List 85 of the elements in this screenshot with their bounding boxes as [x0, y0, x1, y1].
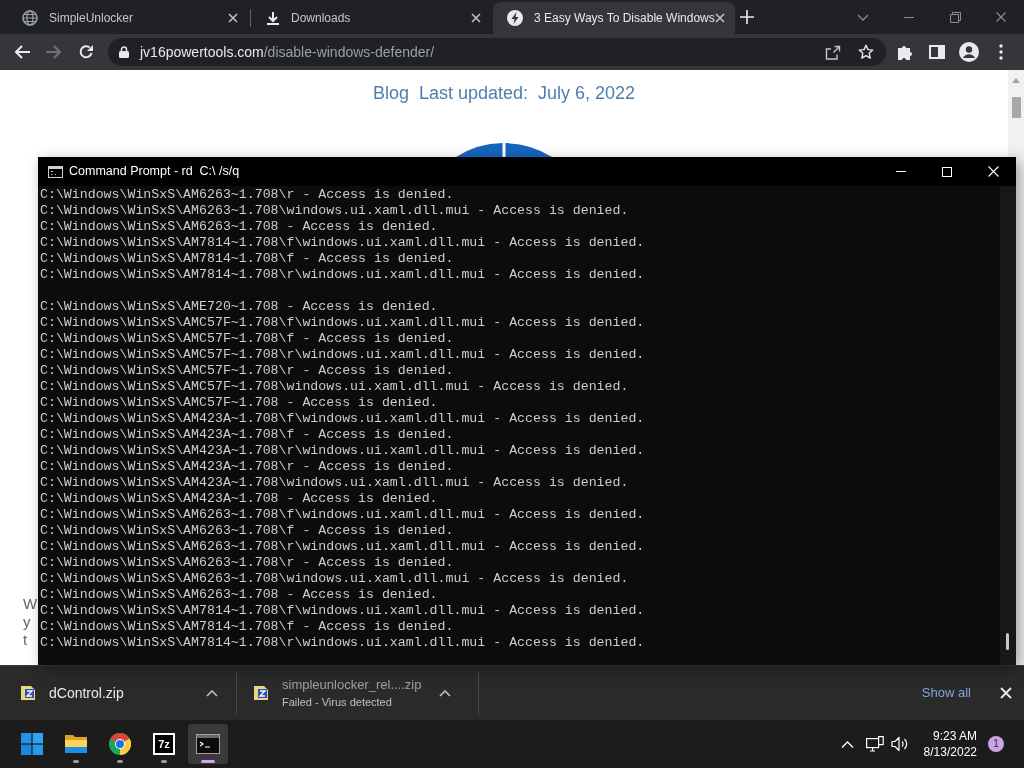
console-line: C:\Windows\WinSxS\AM7814~1.708\f - Access is denied. — [40, 251, 454, 267]
profile-avatar-icon[interactable] — [959, 42, 979, 62]
speaker-icon[interactable] — [891, 736, 909, 752]
console-line: C:\Windows\WinSxS\AMC57F~1.708\windows.ui.xaml.dll.mui - Access is denied. — [40, 379, 629, 395]
terminal-icon — [48, 165, 63, 178]
round-logo-icon — [456, 143, 552, 157]
console-line: C:\Windows\WinSxS\AM6263~1.708\windows.ui.xaml.dll.mui - Access is denied. — [40, 571, 629, 587]
lock-icon[interactable] — [119, 46, 129, 58]
browser-tab[interactable]: Downloads — [251, 2, 493, 34]
download-status: Failed - Virus detected — [282, 696, 392, 709]
new-tab-plus-icon[interactable] — [740, 10, 754, 24]
window-title: Command Prompt - rd C:\ /s/q — [69, 163, 240, 181]
console-line: C:\Windows\WinSxS\AMC57F~1.708\r - Access is denied. — [40, 363, 454, 379]
folder-icon[interactable] — [64, 734, 88, 754]
side-panel-icon[interactable] — [929, 45, 945, 59]
menu-icon[interactable] — [999, 44, 1003, 60]
scrollbar-thumb[interactable] — [1006, 633, 1009, 650]
body-text: y — [23, 613, 31, 631]
taskbar-button[interactable] — [188, 724, 228, 764]
puzzle-piece-icon[interactable] — [897, 44, 913, 60]
console-line: C:\Windows\WinSxS\AM423A~1.708\windows.ui.xaml.dll.mui - Access is denied. — [40, 475, 629, 491]
console-line: C:\Windows\WinSxS\AM7814~1.708\f\windows.ui.xaml.dll.mui - Access is denied. — [40, 235, 645, 251]
console-line: C:\Windows\WinSxS\AM6263~1.708\f - Access is denied. — [40, 523, 454, 539]
caret-up-icon[interactable] — [439, 689, 451, 697]
console-line: C:\Windows\WinSxS\AM423A~1.708 - Access is denied. — [40, 491, 438, 507]
file-name[interactable]: simpleunlocker_rel....zip — [282, 677, 422, 693]
category-link[interactable]: Blog — [372, 79, 409, 107]
reload-icon[interactable] — [78, 44, 94, 60]
lightning-bolt-icon — [507, 10, 523, 26]
star-icon[interactable] — [858, 44, 874, 60]
maximize-icon[interactable] — [942, 166, 952, 177]
console-line: C:\Windows\WinSxS\AM7814~1.708\r\windows.ui.xaml.dll.mui - Access is denied. — [40, 267, 645, 283]
file-name[interactable]: dControl.zip — [49, 685, 124, 701]
console-line: C:\Windows\WinSxS\AMC57F~1.708 - Access is denied. — [40, 395, 438, 411]
chrome-logo-icon[interactable] — [109, 733, 131, 755]
console-line: C:\Windows\WinSxS\AM423A~1.708\f\windows.ui.xaml.dll.mui - Access is denied. — [40, 411, 645, 427]
console-line: C:\Windows\WinSxS\AM423A~1.708\r\windows.ui.xaml.dll.mui - Access is denied. — [40, 443, 645, 459]
console-line: C:\Windows\WinSxS\AMC57F~1.708\f\windows.ui.xaml.dll.mui - Access is denied. — [40, 315, 645, 331]
back-arrow-icon[interactable] — [14, 45, 30, 59]
restore-icon[interactable] — [949, 11, 961, 23]
chevron-down-icon[interactable] — [857, 13, 869, 21]
browser-tab[interactable]: SimpleUnlocker — [8, 2, 250, 34]
body-text: t — [23, 631, 28, 649]
download-icon — [266, 11, 280, 25]
globe-icon — [22, 10, 38, 26]
console-line: C:\Windows\WinSxS\AM6263~1.708\f\windows.ui.xaml.dll.mui - Access is denied. — [40, 507, 645, 523]
browser-tab[interactable]: 3 Easy Ways To Disable Windows — [493, 2, 735, 34]
console-line: C:\Windows\WinSxS\AM423A~1.708\f - Access is denied. — [40, 427, 454, 443]
console-line: C:\Windows\WinSxS\AME720~1.708 - Access is denied. — [40, 299, 438, 315]
show-all-button[interactable]: Show all — [913, 679, 979, 707]
address-bar[interactable]: jv16powertools.com/disable-windows-defender/ — [108, 38, 886, 66]
console-line: C:\Windows\WinSxS\AM6263~1.708\r - Access is denied. — [40, 187, 454, 203]
clock-time: 9:23 AM — [932, 728, 977, 744]
close-icon[interactable] — [714, 13, 725, 23]
console-line: C:\Windows\WinSxS\AM6263~1.708\r - Access is denied. — [40, 555, 454, 571]
scrollbar-track[interactable] — [1016, 157, 1024, 665]
caret-up-icon[interactable] — [206, 689, 218, 697]
console-line: C:\Windows\WinSxS\AM6263~1.708 - Access is denied. — [40, 587, 438, 603]
console-line: C:\Windows\WinSxS\AM6263~1.708\windows.ui.xaml.dll.mui - Access is denied. — [40, 203, 629, 219]
clock-date: 8/13/2022 — [923, 744, 977, 760]
terminal-icon[interactable] — [196, 734, 220, 754]
console-line: C:\Windows\WinSxS\AM6263~1.708 - Access is denied. — [40, 219, 438, 235]
close-icon[interactable] — [471, 13, 481, 23]
close-icon[interactable] — [228, 13, 238, 23]
monitor-icon[interactable] — [866, 736, 884, 752]
console-line: C:\Windows\WinSxS\AM6263~1.708\r\windows.ui.xaml.dll.mui - Access is denied. — [40, 539, 645, 555]
archive-file-icon — [20, 685, 36, 701]
scrollbar-thumb[interactable] — [1011, 97, 1021, 118]
console-line: C:\Windows\WinSxS\AM7814~1.708\r\windows.ui.xaml.dll.mui - Access is denied. — [40, 635, 645, 651]
archive-file-icon — [253, 685, 269, 701]
console-line: C:\Windows\WinSxS\AMC57F~1.708\f - Access is denied. — [40, 331, 454, 347]
console-line: C:\Windows\WinSxS\AM7814~1.708\f\windows.ui.xaml.dll.mui - Access is denied. — [40, 603, 645, 619]
archiver-logo[interactable]: 7z — [153, 733, 175, 755]
console-line: C:\Windows\WinSxS\AMC57F~1.708\r\windows.ui.xaml.dll.mui - Access is denied. — [40, 347, 645, 363]
notification-badge[interactable]: 1 — [988, 736, 1004, 752]
page-scrollbar[interactable] — [1008, 70, 1024, 157]
console-line: C:\Windows\WinSxS\AM423A~1.708\r - Access is denied. — [40, 459, 454, 475]
share-icon[interactable] — [825, 44, 841, 60]
updated-date: Last updated: July 6, 2022 — [418, 81, 636, 105]
four-squares-logo-icon[interactable] — [21, 733, 43, 755]
console-scrollbar[interactable] — [1000, 186, 1016, 665]
body-text: W — [23, 595, 38, 613]
minimize-icon[interactable] — [904, 16, 914, 18]
console-line: C:\Windows\WinSxS\AM7814~1.708\f - Access is denied. — [40, 619, 454, 635]
chevron-up-icon[interactable] — [840, 740, 854, 748]
